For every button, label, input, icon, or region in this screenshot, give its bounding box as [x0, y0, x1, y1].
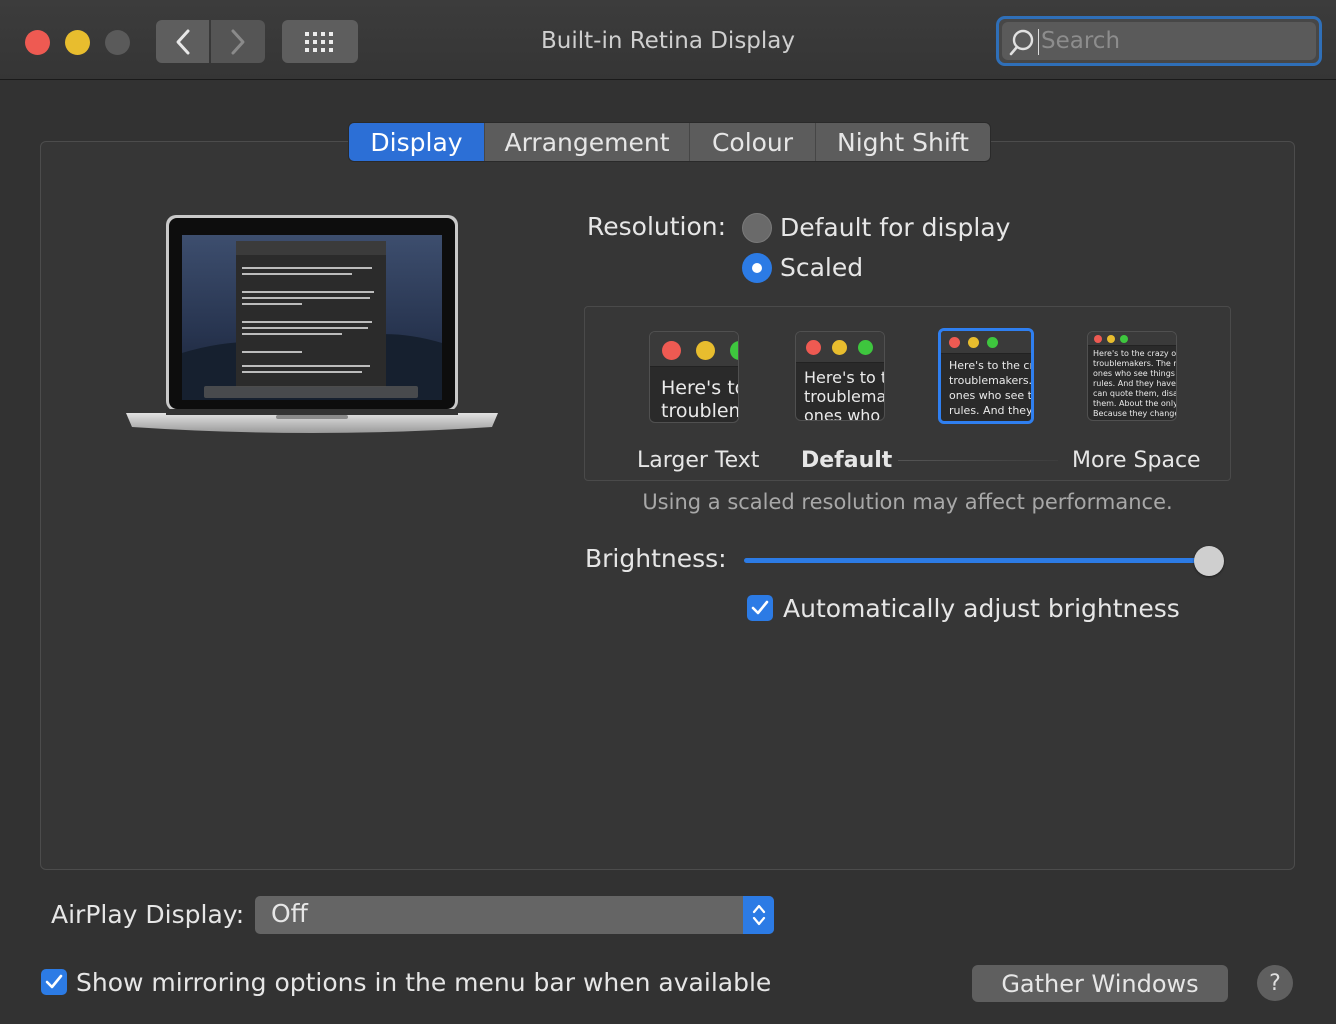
brightness-slider-knob[interactable]: [1194, 546, 1224, 576]
tab-colour[interactable]: Colour: [690, 123, 816, 161]
default-preview: Here's to t troublema ones who: [804, 368, 885, 421]
default-for-display-label[interactable]: Default for display: [780, 213, 1010, 242]
more-space-preview: Here's to the crazy one troublemakers. T…: [1093, 349, 1177, 418]
select-arrows-icon: [743, 896, 774, 934]
macbook-display-illustration: [126, 215, 498, 433]
brightness-label: Brightness:: [585, 544, 727, 573]
larger-text-label: Larger Text: [637, 448, 760, 473]
help-button[interactable]: ?: [1257, 965, 1293, 1001]
search-field[interactable]: Search: [996, 16, 1322, 66]
tab-arrangement[interactable]: Arrangement: [485, 123, 690, 161]
title-bar: Built-in Retina Display Search: [0, 0, 1336, 80]
airplay-display-label: AirPlay Display:: [51, 900, 245, 929]
more-space-label: More Space: [1072, 448, 1201, 473]
larger-text-preview: Here's to troublem: [661, 377, 739, 422]
performance-note: Using a scaled resolution may affect per…: [642, 490, 1173, 514]
scaled-radio[interactable]: [742, 253, 772, 283]
scaled-label[interactable]: Scaled: [780, 253, 863, 282]
auto-brightness-label[interactable]: Automatically adjust brightness: [783, 594, 1180, 623]
checkmark-icon: [45, 974, 63, 989]
brightness-slider-track[interactable]: [744, 558, 1210, 563]
show-mirroring-checkbox[interactable]: [41, 969, 67, 995]
auto-brightness-checkbox[interactable]: [747, 595, 773, 621]
larger-text-option[interactable]: Here's to troublem: [649, 331, 739, 423]
gather-windows-button[interactable]: Gather Windows: [972, 965, 1228, 1002]
resolution-label: Resolution:: [587, 212, 727, 241]
text-cursor: [1038, 29, 1039, 55]
default-option[interactable]: Here's to t troublema ones who: [795, 331, 885, 421]
default-label: Default: [801, 448, 893, 473]
tab-display[interactable]: Display: [349, 123, 485, 161]
show-mirroring-label[interactable]: Show mirroring options in the menu bar w…: [76, 968, 771, 997]
checkmark-icon: [751, 600, 769, 615]
scale-divider: [898, 460, 1058, 461]
airplay-display-value: Off: [271, 899, 308, 928]
tab-night-shift[interactable]: Night Shift: [816, 123, 990, 161]
tab-bar: Display Arrangement Colour Night Shift: [348, 122, 991, 162]
airplay-display-select[interactable]: Off: [255, 896, 774, 934]
scaled-option-selected[interactable]: Here's to the cr troublemakers. ones who…: [938, 328, 1034, 424]
default-for-display-radio[interactable]: [742, 213, 772, 243]
search-icon: [1009, 29, 1034, 56]
search-placeholder: Search: [1041, 28, 1121, 54]
more-space-option[interactable]: Here's to the crazy one troublemakers. T…: [1087, 331, 1177, 421]
scaled-preview: Here's to the cr troublemakers. ones who…: [949, 359, 1034, 417]
